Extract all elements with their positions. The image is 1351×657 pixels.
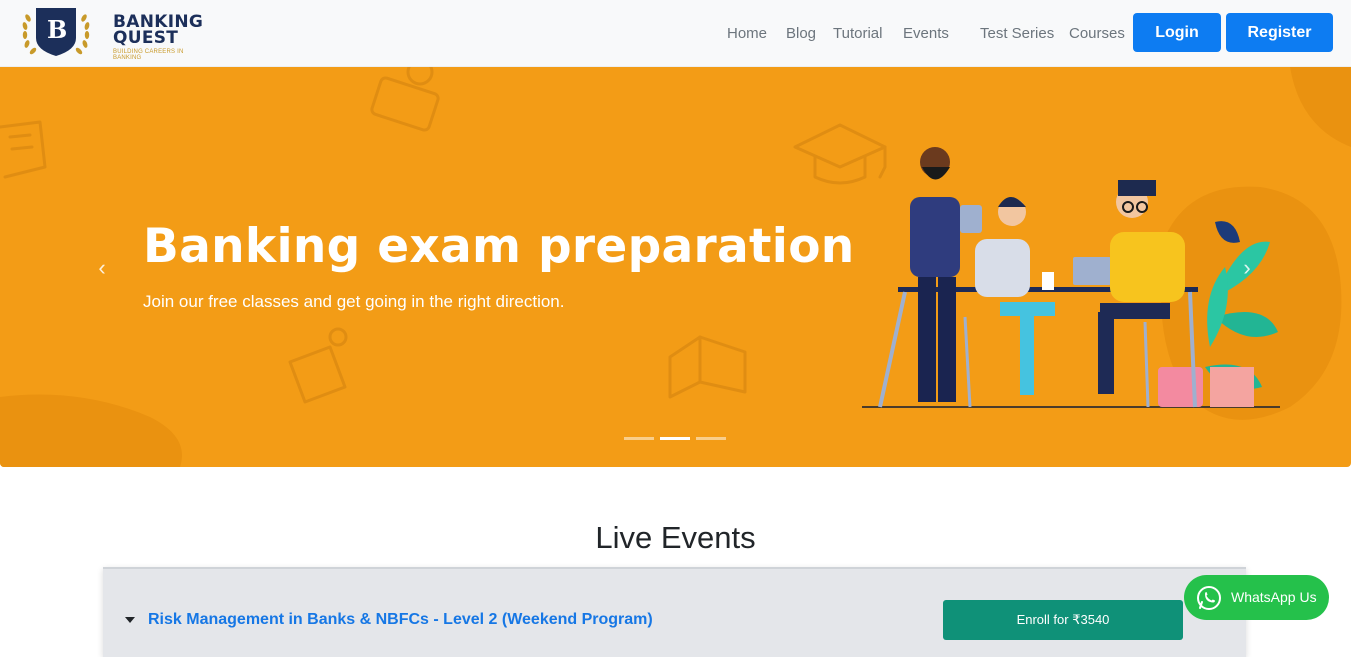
- nav-link-events[interactable]: Events: [903, 23, 949, 45]
- carousel-prev-button[interactable]: ‹: [92, 253, 112, 283]
- nav-link-tutorial[interactable]: Tutorial: [833, 23, 882, 45]
- hero-title: Banking exam preparation: [143, 219, 855, 274]
- carousel-indicator-3[interactable]: [696, 437, 726, 440]
- enroll-button[interactable]: Enroll for ₹3540: [943, 600, 1183, 640]
- nav-link-courses[interactable]: Courses: [1069, 23, 1125, 45]
- event-card: Risk Management in Banks & NBFCs - Level…: [103, 567, 1246, 657]
- whatsapp-button[interactable]: WhatsApp Us: [1184, 575, 1329, 620]
- nav-link-blog[interactable]: Blog: [786, 23, 816, 45]
- whatsapp-label: WhatsApp Us: [1231, 589, 1317, 605]
- navbar: B BANKING QUEST BUILDING CAREERS IN BANK…: [0, 0, 1351, 67]
- brand-tagline: BUILDING CAREERS IN BANKING: [113, 49, 184, 61]
- whatsapp-icon: [1197, 586, 1221, 610]
- carousel-indicator-2[interactable]: [660, 437, 690, 440]
- nav-link-home[interactable]: Home: [727, 23, 767, 45]
- event-title[interactable]: Risk Management in Banks & NBFCs - Level…: [148, 609, 653, 631]
- carousel-indicator-1[interactable]: [624, 437, 654, 440]
- chevron-right-icon: ›: [1243, 255, 1251, 280]
- hero-carousel: ‹ › Banking exam preparation Join our fr…: [0, 67, 1351, 467]
- nav-link-test-series[interactable]: Test Series: [980, 23, 1054, 45]
- carousel-indicators: [624, 437, 734, 441]
- hero-subtitle: Join our free classes and get going in t…: [143, 292, 565, 311]
- chevron-left-icon: ‹: [98, 255, 106, 280]
- register-button[interactable]: Register: [1226, 13, 1333, 52]
- caret-down-icon[interactable]: [125, 617, 135, 623]
- live-events-heading: Live Events: [595, 520, 756, 555]
- login-button[interactable]: Login: [1133, 13, 1221, 52]
- carousel-next-button[interactable]: ›: [1237, 253, 1257, 283]
